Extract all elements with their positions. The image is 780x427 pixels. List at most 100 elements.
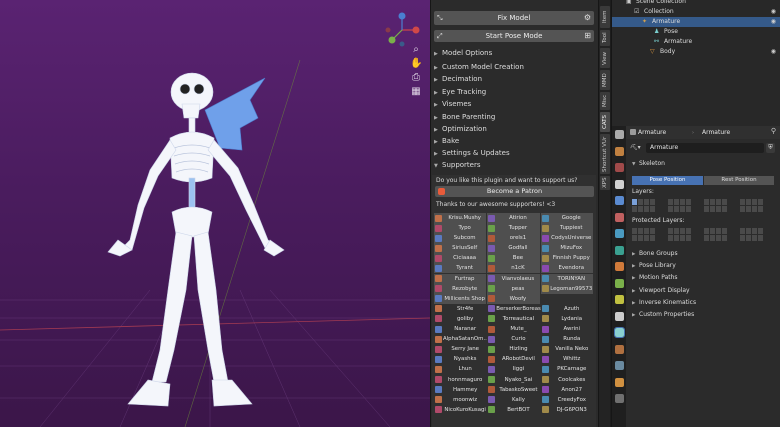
supporter-azuth[interactable]: Azuth — [541, 304, 594, 314]
properties-tab-object-data-icon[interactable] — [614, 327, 625, 338]
layer-toggle[interactable] — [704, 228, 709, 234]
layer-toggle[interactable] — [680, 235, 685, 241]
supporter-berserkerboreas[interactable]: BerserkerBoreas — [487, 304, 541, 314]
layer-toggle[interactable] — [752, 228, 757, 234]
properties-section-motion-paths[interactable]: ▶ Motion Paths — [632, 273, 678, 283]
layer-toggle[interactable] — [680, 206, 685, 212]
properties-tab-tool-icon[interactable] — [615, 130, 624, 139]
outliner-row-armature-object[interactable]: ✦ Armature ◉ — [612, 17, 780, 27]
supporter-subcom[interactable]: Subcom — [434, 233, 488, 244]
layer-toggle[interactable] — [638, 206, 643, 212]
supporter-ciciaaaa[interactable]: Ciciaaaa — [434, 253, 488, 264]
supporter-nyashks[interactable]: Nyashks — [434, 354, 487, 364]
visibility-eye-icon[interactable]: ◉ — [771, 47, 776, 57]
settings-wrench-icon[interactable]: ⚙ — [584, 11, 591, 25]
supporter-torinyan[interactable]: TORINYAN — [540, 273, 594, 284]
supporter-google[interactable]: Google — [540, 213, 594, 223]
supporter-alphasatanom-[interactable]: AlphaSatanOm... — [434, 334, 487, 344]
layer-toggle[interactable] — [722, 206, 727, 212]
supporter-krisu-mushy[interactable]: Krisu.Mushy — [434, 213, 488, 223]
panel-section-decimation[interactable]: ▶ Decimation — [434, 73, 594, 85]
outliner-row-body-mesh[interactable]: ▽ Body ◉ — [612, 47, 780, 57]
layer-toggle[interactable] — [746, 228, 751, 234]
layer-toggle[interactable] — [746, 199, 751, 205]
outliner-row-pose[interactable]: ♟ Pose — [612, 27, 780, 37]
supporter-tupper[interactable]: Tupper — [487, 223, 541, 234]
become-patron-button[interactable]: Become a Patron — [435, 186, 594, 197]
supporter-hammey[interactable]: Hammey — [434, 385, 487, 395]
supporter-atirion[interactable]: Atirion — [487, 213, 541, 223]
layer-toggle[interactable] — [704, 199, 709, 205]
properties-tab-object-icon[interactable] — [615, 245, 624, 255]
supporter-vanilla-neko[interactable]: Vanilla Neko — [541, 344, 594, 354]
layer-toggle[interactable] — [638, 235, 643, 241]
panel-section-optimization[interactable]: ▶ Optimization — [434, 123, 594, 135]
panel-section-supporters[interactable]: ▼ Supporters — [434, 159, 594, 171]
layer-toggle[interactable] — [674, 235, 679, 241]
outliner-row-collection[interactable]: ☑ Collection ◉ — [612, 7, 780, 17]
rest-position-toggle[interactable]: Rest Position — [704, 176, 774, 185]
layer-toggle[interactable] — [644, 199, 649, 205]
layer-toggle[interactable] — [632, 199, 637, 205]
supporter-hizling[interactable]: Hizling — [487, 344, 540, 354]
supporter-woofy[interactable]: Woofy — [487, 293, 541, 304]
layer-toggle[interactable] — [704, 235, 709, 241]
layer-toggle[interactable] — [722, 235, 727, 241]
supporter-typo[interactable]: Typo — [434, 223, 488, 234]
tab-shortcut-vur[interactable]: Shortcut VUr — [600, 134, 610, 174]
layer-toggle[interactable] — [752, 235, 757, 241]
properties-tab-particles-icon[interactable] — [615, 278, 624, 288]
layer-toggle[interactable] — [668, 235, 673, 241]
layer-toggle[interactable] — [716, 206, 721, 212]
supporter-n1ck[interactable]: n1cK — [487, 263, 541, 274]
supporter-furtrap[interactable]: Furtrap — [434, 273, 488, 284]
supporter-tabaskosweet[interactable]: TabaskoSweet — [487, 385, 540, 395]
layer-toggle[interactable] — [758, 206, 763, 212]
tab-mmd[interactable]: MMD — [600, 70, 610, 90]
camera-icon[interactable]: ⎙ — [410, 72, 422, 84]
layer-toggle[interactable] — [638, 228, 643, 234]
properties-tab-bone-icon[interactable] — [615, 344, 624, 354]
properties-tab-collection-icon[interactable] — [615, 229, 624, 238]
layer-toggle[interactable] — [740, 228, 745, 234]
supporter-goliby[interactable]: goliby — [434, 314, 487, 324]
tab-misc[interactable]: Misc — [600, 92, 610, 110]
layer-toggle[interactable] — [710, 228, 715, 234]
supporter-tyrant[interactable]: Tyrant — [434, 263, 488, 274]
properties-tab-modifiers-icon[interactable] — [615, 262, 624, 271]
layer-toggle[interactable] — [650, 206, 655, 212]
layer-toggle[interactable] — [674, 206, 679, 212]
panel-section-custom-model-creation[interactable]: ▶ Custom Model Creation — [434, 61, 594, 73]
supporter-legoman99573[interactable]: Legoman99573 — [540, 283, 594, 294]
pin-icon[interactable]: ⊞ — [584, 30, 591, 42]
layer-toggle[interactable] — [686, 235, 691, 241]
layer-toggle[interactable] — [722, 228, 727, 234]
layer-toggle[interactable] — [632, 235, 637, 241]
layer-toggle[interactable] — [644, 228, 649, 234]
properties-tab-physics-icon[interactable] — [615, 295, 624, 304]
visibility-eye-icon[interactable]: ◉ — [771, 7, 776, 17]
perspective-grid-icon[interactable]: ▦ — [410, 86, 422, 98]
layer-toggle[interactable] — [722, 199, 727, 205]
supporter-pkcarnage[interactable]: PKCarnage — [541, 364, 594, 374]
supporter-peas[interactable]: peas — [487, 283, 541, 294]
layer-toggle[interactable] — [710, 199, 715, 205]
start-pose-mode-button[interactable]: ⤢ Start Pose Mode ⊞ — [434, 30, 594, 42]
layer-toggle[interactable] — [638, 199, 643, 205]
layer-toggle[interactable] — [752, 199, 757, 205]
supporter-mute-[interactable]: Mute_ — [487, 324, 540, 334]
panel-section-eye-tracking[interactable]: ▶ Eye Tracking — [434, 86, 594, 98]
supporter-coolcakes[interactable]: Coolcakes — [541, 375, 594, 385]
panel-section-visemes[interactable]: ▶ Visemes — [434, 98, 594, 110]
supporter-vianvolaeus[interactable]: Vianvolaeus — [487, 273, 541, 284]
supporter-rezobyte[interactable]: Rezobyte — [434, 283, 488, 294]
supporter-orels1[interactable]: orels1 — [487, 233, 541, 244]
supporter-evendora[interactable]: Evendora — [540, 263, 594, 274]
pose-position-toggle[interactable]: Pose Position — [632, 176, 703, 185]
layer-toggle[interactable] — [752, 206, 757, 212]
layer-toggle[interactable] — [740, 199, 745, 205]
supporter-arobotdevil[interactable]: ARobotDevil — [487, 354, 540, 364]
supporter-siriusself[interactable]: SiriusSelf — [434, 243, 488, 254]
3d-viewport[interactable]: ⌕ ✋ ⎙ ▦ — [0, 0, 430, 427]
properties-section-bone-groups[interactable]: ▶ Bone Groups — [632, 249, 678, 259]
